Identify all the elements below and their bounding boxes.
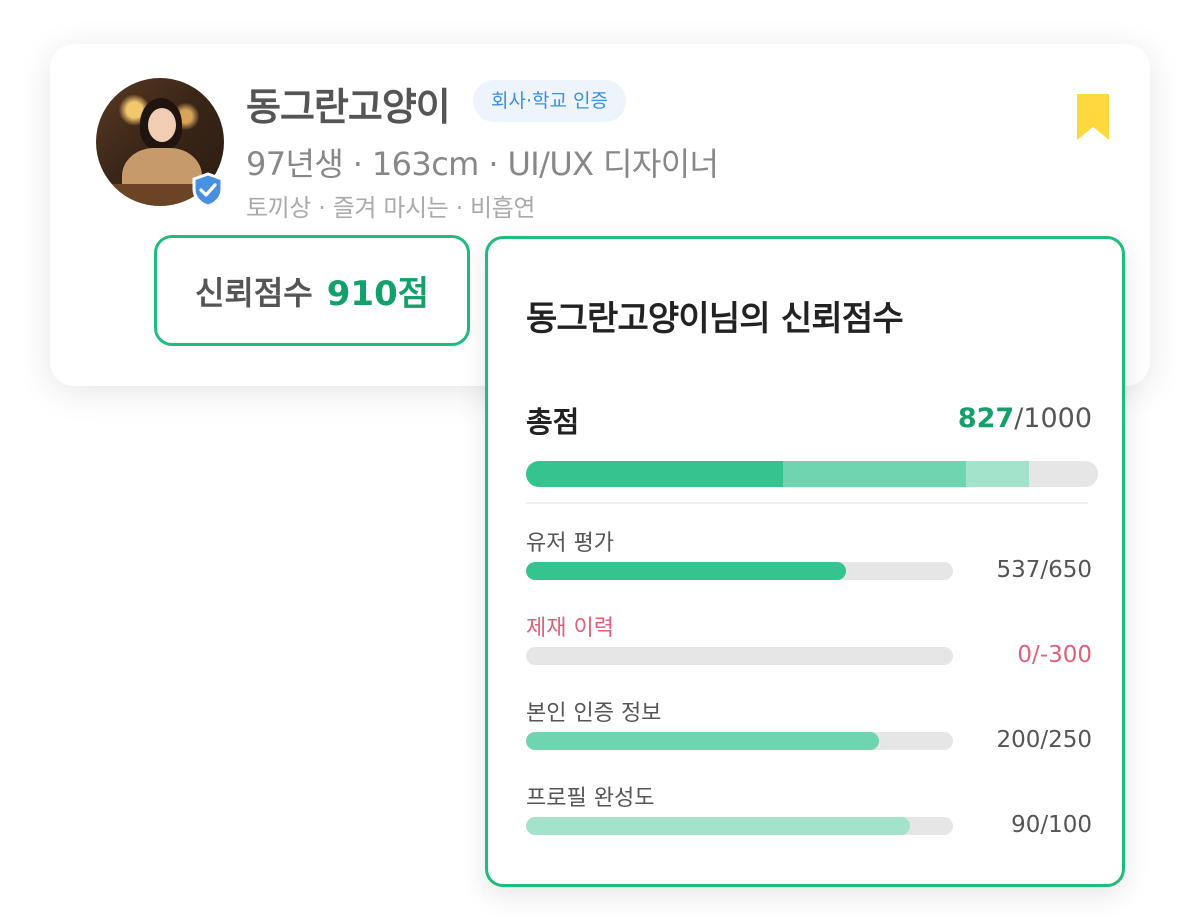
score-card-title: 동그란고양이님의 신뢰점수 xyxy=(526,299,904,339)
profile-name: 동그란고양이 xyxy=(246,85,451,129)
profile-meta: 97년생 · 163cm · UI/UX 디자이너 xyxy=(246,145,719,183)
total-max: /1000 xyxy=(1014,403,1092,434)
total-label: 총점 xyxy=(526,405,580,439)
divider xyxy=(526,502,1088,504)
total-progress-bar xyxy=(526,461,1098,487)
score-row-fill xyxy=(526,732,880,750)
trust-score-popover: 동그란고양이님의 신뢰점수 총점 827/1000 유저 평가 537/650 제재… xyxy=(485,236,1125,887)
score-row-label: 프로필 완성도 xyxy=(526,786,655,811)
score-row-label: 본인 인증 정보 xyxy=(526,701,662,726)
score-row-fill xyxy=(526,817,911,835)
score-row-label: 제재 이력 xyxy=(526,616,614,641)
score-row-value: 90/100 xyxy=(1011,812,1092,838)
bookmark-icon[interactable] xyxy=(1076,94,1110,140)
score-row-bar xyxy=(526,562,953,580)
trust-score-chip[interactable]: 신뢰점수 910점 xyxy=(154,235,470,346)
score-row-fill xyxy=(526,562,847,580)
trust-score-label: 신뢰점수 xyxy=(194,273,313,312)
score-row-bar xyxy=(526,647,953,665)
score-row-bar xyxy=(526,732,953,750)
total-segment-2 xyxy=(783,461,967,487)
shield-check-icon xyxy=(192,172,224,208)
profile-tags: 토끼상 · 즐겨 마시는 · 비흡연 xyxy=(246,194,536,222)
total-value: 827/1000 xyxy=(958,403,1092,434)
total-segment-3 xyxy=(966,461,1030,487)
score-row-bar xyxy=(526,817,953,835)
trust-score-value: 910점 xyxy=(326,274,430,314)
certification-badge: 회사·학교 인증 xyxy=(473,80,626,122)
score-row-label: 유저 평가 xyxy=(526,531,614,556)
total-segment-1 xyxy=(526,461,784,487)
score-row-value: 0/-300 xyxy=(1017,642,1092,668)
score-row-value: 200/250 xyxy=(996,727,1092,753)
total-score: 827 xyxy=(957,403,1015,434)
score-row-value: 537/650 xyxy=(996,557,1092,583)
